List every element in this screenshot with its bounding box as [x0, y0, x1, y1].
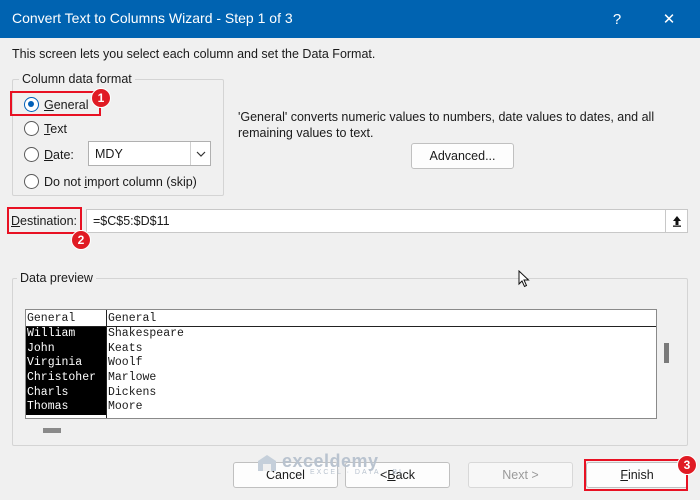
intro-text: This screen lets you select each column …: [12, 47, 376, 61]
horizontal-scrollbar-thumb[interactable]: [43, 428, 61, 433]
annotation-badge-3: 3: [677, 455, 697, 475]
window-title: Convert Text to Columns Wizard - Step 1 …: [12, 10, 293, 26]
preview-column-1[interactable]: General William John Virginia Christoher…: [26, 310, 106, 418]
radio-skip-indicator[interactable]: [24, 174, 39, 189]
radio-date-indicator[interactable]: [24, 147, 39, 162]
collapse-dialog-icon[interactable]: [665, 210, 687, 232]
radio-skip-label: Do not import column (skip): [44, 174, 197, 189]
radio-text-label: Text: [44, 121, 67, 136]
preview-column-header[interactable]: General: [107, 311, 656, 327]
annotation-highlight-destination: [7, 207, 82, 234]
preview-cell: Dickens: [108, 385, 157, 399]
preview-column-header[interactable]: General: [26, 311, 106, 327]
annotation-highlight-general: [10, 91, 101, 116]
preview-cell: Thomas: [26, 400, 106, 416]
preview-cell: Woolf: [108, 356, 143, 370]
destination-value: =$C$5:$D$11: [93, 214, 170, 228]
preview-cell: Marlowe: [108, 371, 157, 385]
annotation-badge-2: 2: [71, 230, 91, 250]
annotation-badge-1: 1: [91, 88, 111, 108]
date-format-select[interactable]: MDY: [88, 141, 211, 166]
chevron-down-icon[interactable]: [190, 142, 210, 165]
watermark-name: exceldemy: [282, 451, 379, 471]
preview-cell: Moore: [108, 400, 143, 414]
radio-date-label: Date:: [44, 147, 74, 162]
help-button[interactable]: ?: [594, 0, 640, 38]
data-preview-group: Data preview General William John Virgin…: [12, 271, 688, 446]
advanced-button[interactable]: Advanced...: [411, 143, 514, 169]
radio-skip[interactable]: Do not import column (skip): [24, 174, 197, 189]
annotation-highlight-finish: [584, 459, 688, 491]
radio-text-indicator[interactable]: [24, 121, 39, 136]
mouse-cursor-icon: [518, 270, 530, 288]
close-button[interactable]: ✕: [646, 0, 692, 38]
exceldemy-logo-icon: [258, 455, 276, 471]
preview-cell: William: [26, 327, 106, 342]
column-data-format-legend: Column data format: [19, 72, 135, 86]
radio-text[interactable]: Text: [24, 121, 67, 136]
title-bar: Convert Text to Columns Wizard - Step 1 …: [0, 0, 700, 38]
preview-cell: Christoher: [26, 371, 106, 386]
next-button[interactable]: Next >: [468, 462, 573, 488]
preview-cell: Keats: [108, 341, 143, 355]
format-description: 'General' converts numeric values to num…: [238, 110, 655, 140]
preview-cell: Shakespeare: [108, 327, 184, 340]
watermark-tagline: EXCEL · DATA · BI: [310, 469, 403, 476]
preview-cell: Charls: [26, 385, 106, 401]
preview-cell: John: [26, 341, 106, 357]
destination-input[interactable]: =$C$5:$D$11: [86, 209, 688, 233]
radio-date[interactable]: Date:: [24, 147, 74, 162]
exceldemy-watermark: exceldemy EXCEL · DATA · BI: [258, 451, 403, 476]
data-preview-legend: Data preview: [17, 271, 96, 285]
vertical-scrollbar-thumb[interactable]: [664, 343, 669, 363]
preview-cell: Virginia: [26, 356, 106, 372]
preview-column-2[interactable]: General Shakespeare Keats Woolf Marlowe …: [106, 310, 656, 418]
data-preview-box[interactable]: General William John Virginia Christoher…: [25, 309, 657, 419]
date-format-value: MDY: [95, 147, 123, 161]
